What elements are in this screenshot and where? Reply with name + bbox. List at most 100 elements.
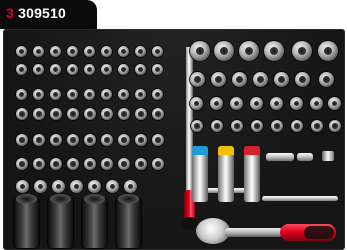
small-socket <box>135 158 147 170</box>
socket <box>250 97 263 110</box>
large-socket <box>264 41 284 61</box>
small-socket <box>152 134 164 146</box>
small-socket <box>50 108 62 120</box>
small-socket <box>101 46 112 57</box>
small-socket <box>33 46 44 57</box>
small-socket <box>67 64 78 75</box>
small-socket <box>101 158 113 170</box>
small-socket <box>67 46 78 57</box>
universal-joint <box>297 153 313 161</box>
small-socket <box>16 64 27 75</box>
extension-bar-long <box>262 196 338 201</box>
socket <box>230 97 243 110</box>
socket <box>319 72 334 87</box>
deep-socket <box>14 194 39 248</box>
small-socket <box>118 64 129 75</box>
impact-socket-small <box>106 180 119 193</box>
large-socket <box>292 41 312 61</box>
deep-socket <box>116 194 141 248</box>
small-socket <box>118 89 129 100</box>
impact-socket-small <box>70 180 83 193</box>
impact-socket-small <box>34 180 47 193</box>
small-socket <box>152 46 163 57</box>
small-socket <box>67 158 79 170</box>
t-bar-handle-cap <box>182 217 197 229</box>
small-socket <box>101 108 113 120</box>
ratchet-neck <box>225 228 283 237</box>
small-socket <box>50 46 61 57</box>
socket <box>253 72 268 87</box>
impact-socket-small <box>52 180 65 193</box>
small-socket <box>33 108 45 120</box>
small-socket <box>152 108 164 120</box>
large-socket <box>190 41 210 61</box>
small-socket <box>16 89 27 100</box>
small-socket <box>135 108 147 120</box>
spark-plug-socket <box>322 151 334 161</box>
impact-socket <box>218 146 234 202</box>
socket <box>271 120 283 132</box>
small-socket <box>50 64 61 75</box>
large-socket <box>239 41 259 61</box>
small-socket <box>101 64 112 75</box>
small-socket <box>50 158 62 170</box>
small-socket <box>84 64 95 75</box>
tool-tray-foam <box>3 29 345 250</box>
socket <box>231 120 243 132</box>
small-socket <box>16 158 28 170</box>
small-socket <box>152 64 163 75</box>
small-socket <box>16 108 28 120</box>
socket <box>191 120 203 132</box>
small-socket <box>118 108 130 120</box>
large-socket <box>214 41 234 61</box>
product-label: 3 309510 <box>6 5 66 21</box>
impact-socket-small <box>16 180 29 193</box>
impact-socket-color-band <box>192 146 208 155</box>
product-label-prefix: 3 <box>6 5 14 21</box>
small-socket <box>135 134 147 146</box>
small-socket <box>50 134 62 146</box>
small-socket <box>33 158 45 170</box>
small-socket <box>33 89 44 100</box>
adapter <box>266 153 294 161</box>
socket <box>190 72 205 87</box>
socket <box>328 97 341 110</box>
small-socket <box>33 134 45 146</box>
socket <box>310 97 323 110</box>
socket <box>211 72 226 87</box>
product-label-tab: 3 309510 <box>0 0 97 29</box>
small-socket <box>152 158 164 170</box>
small-socket <box>84 89 95 100</box>
impact-socket-small <box>88 180 101 193</box>
small-socket <box>101 134 113 146</box>
socket <box>311 120 323 132</box>
socket <box>190 97 203 110</box>
socket <box>274 72 289 87</box>
socket <box>291 120 303 132</box>
socket <box>295 72 310 87</box>
small-socket <box>152 89 163 100</box>
small-socket <box>118 158 130 170</box>
socket <box>329 120 341 132</box>
socket <box>232 72 247 87</box>
small-socket <box>135 46 146 57</box>
impact-socket-color-band <box>244 146 260 155</box>
ratchet-grip-insert <box>304 226 334 239</box>
small-socket <box>33 64 44 75</box>
small-socket <box>67 89 78 100</box>
large-socket <box>318 41 338 61</box>
deep-socket <box>48 194 73 248</box>
impact-socket <box>192 146 208 202</box>
small-socket <box>84 46 95 57</box>
socket <box>210 97 223 110</box>
impact-socket <box>244 146 260 202</box>
small-socket <box>16 134 28 146</box>
small-socket <box>67 134 79 146</box>
small-socket <box>50 89 61 100</box>
socket <box>290 97 303 110</box>
impact-socket-color-band <box>218 146 234 155</box>
impact-socket-small <box>124 180 137 193</box>
socket <box>211 120 223 132</box>
socket <box>270 97 283 110</box>
small-socket <box>84 134 96 146</box>
